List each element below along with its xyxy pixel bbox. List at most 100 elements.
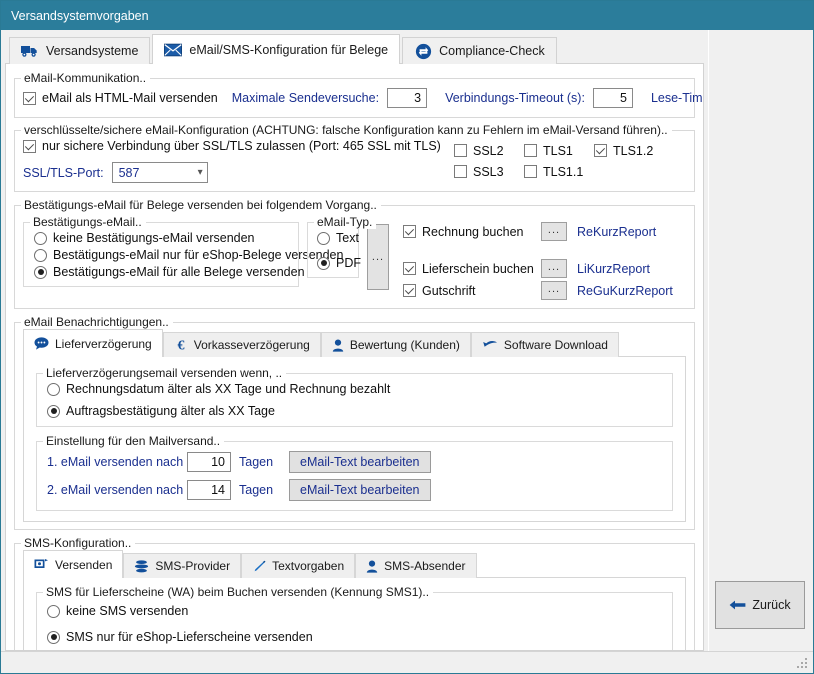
checkbox-box[interactable] — [524, 165, 537, 178]
group-mail-dispatch-settings: Einstellung für den Mailversand.. 1. eMa… — [36, 434, 673, 511]
tab-sms-absender[interactable]: SMS-Absender — [355, 553, 477, 578]
radio-circle[interactable] — [34, 248, 47, 262]
rechnung-report-name: ReKurzReport — [577, 224, 657, 239]
radio-circle[interactable] — [34, 231, 47, 245]
button-edit-second-mail-text[interactable]: eMail-Text bearbeiten — [289, 479, 431, 501]
checkbox-box[interactable] — [454, 165, 467, 178]
checkbox-box[interactable] — [454, 144, 467, 157]
checkbox-tls1[interactable]: TLS1 — [524, 144, 594, 158]
tab-label: Vorkasseverzögerung — [193, 338, 310, 352]
group-caption: Bestätigungs-eMail.. — [30, 215, 146, 229]
label-ssl-port: SSL/TLS-Port: — [23, 165, 104, 180]
radio-type-text[interactable]: Text — [317, 231, 359, 245]
checkbox-box[interactable] — [403, 262, 416, 275]
tab-sms-provider[interactable]: SMS-Provider — [123, 553, 242, 578]
group-sms-delivery-notes: SMS für Lieferscheine (WA) beim Buchen v… — [36, 585, 673, 650]
back-button[interactable]: Zurück — [715, 581, 805, 629]
checkbox-label: nur sichere Verbindung über SSL/TLS zula… — [42, 139, 441, 153]
checkbox-tls11[interactable]: TLS1.1 — [524, 165, 594, 179]
input-connect-timeout[interactable]: 5 — [592, 88, 633, 108]
tab-label: Software Download — [503, 338, 608, 352]
radio-sms-eshop-only[interactable]: SMS nur für eShop-Lieferscheine versende… — [47, 630, 662, 644]
checkbox-box[interactable] — [403, 225, 416, 238]
radio-circle[interactable] — [47, 630, 60, 644]
dots-label: ... — [547, 223, 561, 236]
group-delay-condition: Lieferverzögerungsemail versenden wenn, … — [36, 366, 673, 427]
radio-all-documents[interactable]: Bestätigungs-eMail für alle Belege verse… — [34, 265, 305, 279]
group-caption: eMail-Typ. — [314, 215, 377, 229]
lieferverzoegerung-panel: Lieferverzögerungsemail versenden wenn, … — [23, 356, 686, 522]
button-edit-first-mail-text[interactable]: eMail-Text bearbeiten — [289, 451, 431, 473]
tab-versandsysteme[interactable]: Versandsysteme — [9, 37, 151, 64]
tab-compliance-check[interactable]: Compliance-Check — [402, 37, 557, 64]
input-second-mail-days[interactable]: 14 — [187, 480, 231, 500]
input-first-mail-days[interactable]: 10 — [187, 452, 231, 472]
rechnung-report-browse-button[interactable]: ... — [541, 222, 567, 241]
gutschrift-report-name: ReGuKurzReport — [577, 283, 673, 298]
radio-order-confirmation-older[interactable]: Auftragsbestätigung älter als XX Tage — [47, 404, 662, 418]
sms-versenden-panel: SMS für Lieferscheine (WA) beim Buchen v… — [23, 577, 686, 650]
left-pane: Versandsysteme eMail/SMS-Konfiguration f… — [1, 30, 708, 651]
checkbox-rechnung-buchen[interactable]: Rechnung buchen — [403, 225, 531, 239]
checkbox-box[interactable] — [403, 284, 416, 297]
radio-circle[interactable] — [47, 382, 60, 396]
tab-label: Versandsysteme — [46, 44, 139, 58]
checkbox-secure-only[interactable]: nur sichere Verbindung über SSL/TLS zula… — [23, 139, 454, 153]
tab-vorkasseverzoegerung[interactable]: € Vorkasseverzögerung — [162, 332, 321, 357]
checkbox-lieferschein-buchen[interactable]: Lieferschein buchen — [403, 262, 534, 276]
group-caption: Bestätigungs-eMail für Belege versenden … — [21, 198, 381, 212]
tab-textvorgaben[interactable]: Textvorgaben — [241, 553, 356, 578]
radio-type-pdf[interactable]: PDF — [317, 256, 361, 270]
checkbox-box[interactable] — [594, 144, 607, 157]
right-pane: Zurück — [708, 30, 813, 651]
radio-no-confirmation[interactable]: keine Bestätigungs-eMail versenden — [34, 231, 288, 245]
radio-circle[interactable] — [317, 231, 330, 245]
tab-bewertung-kunden[interactable]: Bewertung (Kunden) — [320, 332, 471, 357]
download-icon — [482, 340, 498, 351]
radio-label: Rechnungsdatum älter als XX Tage und Rec… — [66, 382, 391, 396]
input-max-attempts[interactable]: 3 — [387, 88, 428, 108]
radio-eshop-only[interactable]: Bestätigungs-eMail nur für eShop-Belege … — [34, 248, 343, 262]
radio-no-sms[interactable]: keine SMS versenden — [47, 604, 662, 618]
doc-row-rechnung: Rechnung buchen ... ReKurzReport — [403, 222, 673, 241]
checkbox-box[interactable] — [524, 144, 537, 157]
checkbox-html-mail[interactable]: eMail als HTML-Mail versenden — [23, 91, 218, 105]
checkbox-label: eMail als HTML-Mail versenden — [42, 91, 218, 105]
doc-row-gutschrift: Gutschrift ... ReGuKurzReport — [403, 281, 673, 300]
mail-row-2: 2. eMail versenden nach 14 Tagen eMail-T… — [47, 479, 662, 501]
radio-circle[interactable] — [47, 404, 60, 418]
gutschrift-report-browse-button[interactable]: ... — [541, 281, 567, 300]
lieferschein-report-browse-button[interactable]: ... — [541, 259, 567, 278]
group-confirmation-email: Bestätigungs-eMail für Belege versenden … — [14, 198, 695, 309]
email-type-more-button[interactable]: ... — [367, 224, 389, 290]
radio-circle[interactable] — [317, 256, 330, 270]
checkbox-box[interactable] — [23, 91, 36, 105]
tab-label: eMail/SMS-Konfiguration für Belege — [189, 42, 389, 57]
svg-text:€: € — [177, 339, 184, 352]
label-second-mail-unit: Tagen — [239, 483, 274, 497]
tab-software-download[interactable]: Software Download — [470, 332, 619, 357]
tab-email-sms-konfiguration[interactable]: eMail/SMS-Konfiguration für Belege — [152, 34, 401, 64]
radio-invoice-date-older[interactable]: Rechnungsdatum älter als XX Tage und Rec… — [47, 382, 662, 396]
checkbox-gutschrift[interactable]: Gutschrift — [403, 284, 531, 298]
select-ssl-port[interactable]: 587 ▾ — [111, 162, 208, 183]
tab-label: Bewertung (Kunden) — [349, 338, 460, 352]
label-max-attempts: Maximale Sendeversuche: — [231, 91, 380, 105]
checkbox-box[interactable] — [23, 139, 36, 153]
checkbox-ssl3[interactable]: SSL3 — [454, 165, 524, 179]
document-checkbox-list: Rechnung buchen ... ReKurzReport Liefers… — [397, 222, 673, 300]
tab-sms-versenden[interactable]: Versenden — [23, 550, 124, 578]
radio-circle[interactable] — [34, 265, 47, 279]
checkbox-label: Rechnung buchen — [422, 224, 524, 239]
checkbox-ssl2[interactable]: SSL2 — [454, 144, 524, 158]
radio-circle[interactable] — [47, 604, 60, 618]
radio-label: keine Bestätigungs-eMail versenden — [53, 231, 255, 245]
checkbox-tls12[interactable]: TLS1.2 — [594, 144, 672, 158]
group-secure-email-config: verschlüsselte/sichere eMail-Konfigurati… — [14, 123, 695, 192]
status-bar — [1, 651, 813, 673]
tab-lieferverzoegerung[interactable]: Lieferverzögerung — [23, 329, 163, 357]
mail-row-1: 1. eMail versenden nach 10 Tagen eMail-T… — [47, 451, 662, 473]
resize-grip[interactable] — [797, 658, 809, 670]
checkbox-label: TLS1.1 — [543, 164, 584, 179]
label-connect-timeout: Verbindungs-Timeout (s): — [445, 91, 585, 105]
